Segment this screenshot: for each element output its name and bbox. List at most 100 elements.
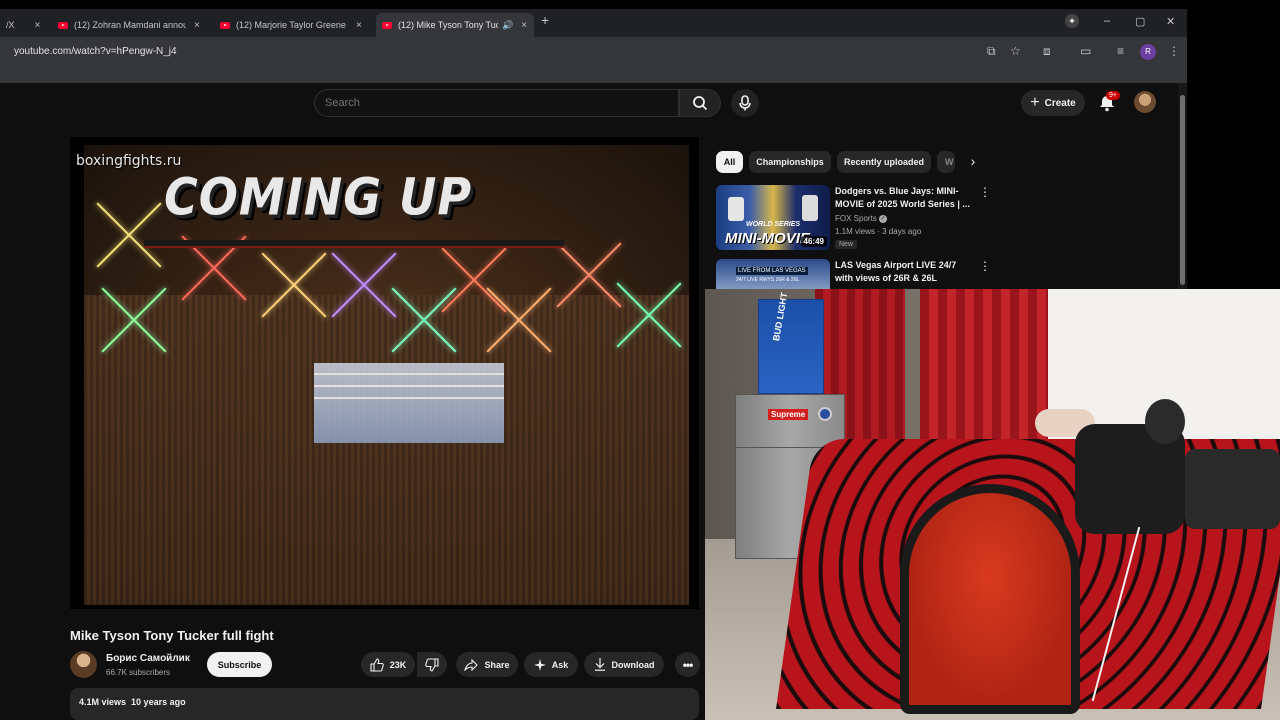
- share-button[interactable]: Share: [456, 652, 518, 677]
- player-figure: [728, 197, 744, 221]
- download-label: Download: [611, 659, 655, 670]
- dislike-button[interactable]: [417, 652, 447, 677]
- recommendation-item[interactable]: LIVE FROM LAS VEGAS 24/7 LIVE RWYS 26R &…: [716, 259, 986, 289]
- url-field[interactable]: youtube.com/watch?v=hPengw-N_j4: [14, 46, 177, 57]
- chip-recently-uploaded[interactable]: Recently uploaded: [837, 151, 931, 173]
- youtube-header: + Create 9+: [0, 83, 1187, 123]
- download-button[interactable]: Download: [584, 652, 664, 677]
- youtube-favicon-icon: [382, 21, 392, 29]
- recommendation-meta: 1.1M views · 3 days ago: [835, 227, 922, 236]
- video-thumbnail[interactable]: LIVE FROM LAS VEGAS 24/7 LIVE RWYS 26R &…: [716, 259, 830, 289]
- maximize-button[interactable]: ▢: [1135, 15, 1145, 28]
- light-flare: [484, 285, 554, 355]
- ask-label: Ask: [551, 659, 569, 670]
- notification-count-badge: 9+: [1106, 91, 1120, 100]
- thumbs-down-icon: [425, 657, 439, 672]
- recommendation-channel[interactable]: FOX Sports ✓: [835, 214, 888, 223]
- recommendation-item[interactable]: WORLD SERIES MINI-MOVIE 46:49 Dodgers vs…: [716, 185, 991, 255]
- download-icon: [594, 658, 605, 671]
- beer-brand-label: BUD LIGHT: [771, 291, 790, 342]
- thumbnail-subtitle: WORLD SERIES: [746, 221, 801, 228]
- install-app-icon[interactable]: ⧉: [987, 44, 996, 59]
- search-input[interactable]: [325, 97, 665, 109]
- tab-label: (12) Marjorie Taylor Greene SH: [236, 20, 348, 30]
- light-flare: [94, 200, 164, 270]
- video-player[interactable]: COMING UP: [70, 137, 699, 609]
- media-controls-icon[interactable]: ≡: [1117, 44, 1124, 58]
- tab-greene[interactable]: (12) Marjorie Taylor Greene SH ×: [214, 13, 368, 37]
- browser-menu-icon[interactable]: ⋮: [1168, 44, 1180, 58]
- video-title: Mike Tyson Tony Tucker full fight: [70, 628, 274, 643]
- boxing-ring: [314, 363, 504, 443]
- tab-mamdani[interactable]: (12) Zohran Mamdani announce ×: [52, 13, 206, 37]
- description-box[interactable]: 4.1M views 10 years ago: [70, 688, 699, 720]
- more-actions-button[interactable]: •••: [675, 652, 700, 677]
- arena-crowd: [84, 295, 689, 605]
- thumbnail-title: MINI-MOVIE: [725, 230, 810, 247]
- speaker-icon[interactable]: 🔊: [502, 20, 513, 31]
- new-badge: New: [835, 240, 858, 249]
- microphone-icon: [739, 95, 751, 111]
- tab-close-icon[interactable]: ×: [35, 20, 41, 31]
- channel-name[interactable]: Борис Самойлик: [106, 653, 190, 664]
- coming-up-overlay: COMING UP: [164, 167, 473, 227]
- video-thumbnail[interactable]: WORLD SERIES MINI-MOVIE 46:49: [716, 185, 830, 250]
- tab-label: /X: [6, 20, 15, 30]
- thumbnail-banner: LIVE FROM LAS VEGAS: [736, 267, 808, 275]
- more-vertical-icon[interactable]: ⋮: [979, 259, 986, 273]
- webcam-overlay: BUD LIGHT Supreme: [705, 289, 1280, 720]
- video-metadata: 4.1M views 10 years ago: [79, 697, 186, 707]
- search-box[interactable]: [314, 89, 679, 117]
- verified-check-icon: ✓: [879, 214, 888, 223]
- side-panel-icon[interactable]: ▭: [1080, 44, 1091, 58]
- tab-bar: /X × (12) Zohran Mamdani announce × (12)…: [0, 9, 1187, 37]
- tab-x[interactable]: /X ×: [0, 13, 46, 37]
- tab-tyson-active[interactable]: (12) Mike Tyson Tony Tucke 🔊 ×: [376, 13, 534, 37]
- fridge-sticker: Supreme: [768, 409, 809, 420]
- extensions-icon[interactable]: ⧈: [1043, 44, 1051, 59]
- chevron-right-icon[interactable]: ›: [964, 153, 982, 171]
- minimize-button[interactable]: –: [1104, 15, 1110, 27]
- bookmark-star-icon[interactable]: ☆: [1010, 44, 1021, 58]
- person-head: [1145, 399, 1185, 444]
- subscriber-count: 66.7K subscribers: [106, 668, 171, 677]
- tab-close-icon[interactable]: ×: [521, 20, 527, 31]
- share-label: Share: [484, 659, 510, 670]
- chip-championships[interactable]: Championships: [749, 151, 831, 173]
- account-avatar[interactable]: [1134, 91, 1156, 113]
- like-button[interactable]: 23K: [361, 652, 415, 677]
- tab-close-icon[interactable]: ×: [356, 20, 362, 31]
- channel-avatar[interactable]: [70, 651, 97, 678]
- voice-search-button[interactable]: [731, 89, 759, 117]
- address-bar: youtube.com/watch?v=hPengw-N_j4 ⧉ ☆ ⧈ ▭ …: [0, 37, 1187, 67]
- more-horizontal-icon: •••: [682, 657, 694, 672]
- chip-all[interactable]: All: [716, 151, 743, 173]
- profile-avatar[interactable]: R: [1140, 44, 1156, 60]
- video-duration: 46:49: [800, 236, 827, 247]
- upload-age: 10 years ago: [131, 697, 186, 707]
- subscribe-button[interactable]: Subscribe: [207, 652, 272, 677]
- tab-close-icon[interactable]: ×: [194, 20, 200, 31]
- more-vertical-icon[interactable]: ⋮: [979, 185, 991, 199]
- recommendation-title[interactable]: LAS Vegas Airport LIVE 24/7 with views o…: [835, 259, 975, 285]
- light-flare: [259, 250, 329, 320]
- scrollbar-thumb[interactable]: [1180, 95, 1185, 285]
- red-chair: [900, 484, 1080, 714]
- light-flare: [99, 285, 169, 355]
- close-window-button[interactable]: ✕: [1166, 15, 1175, 28]
- chip-partial[interactable]: W: [937, 151, 955, 173]
- recommendation-title[interactable]: Dodgers vs. Blue Jays: MINI-MOVIE of 202…: [835, 185, 975, 211]
- view-count: 4.1M views: [79, 697, 127, 707]
- create-button[interactable]: + Create: [1021, 90, 1085, 116]
- player-figure: [802, 195, 818, 221]
- sparkle-icon: [533, 658, 546, 671]
- search-button[interactable]: [679, 89, 721, 117]
- ask-button[interactable]: Ask: [524, 652, 578, 677]
- new-tab-button[interactable]: +: [541, 12, 549, 28]
- tab-label: (12) Zohran Mamdani announce: [74, 20, 186, 30]
- video-watermark: boxingfights.ru: [76, 153, 182, 169]
- tab-label: (12) Mike Tyson Tony Tucke: [398, 20, 498, 30]
- youtube-favicon-icon: [58, 21, 68, 29]
- create-label: Create: [1044, 97, 1076, 109]
- gemini-icon[interactable]: ✦: [1065, 14, 1079, 28]
